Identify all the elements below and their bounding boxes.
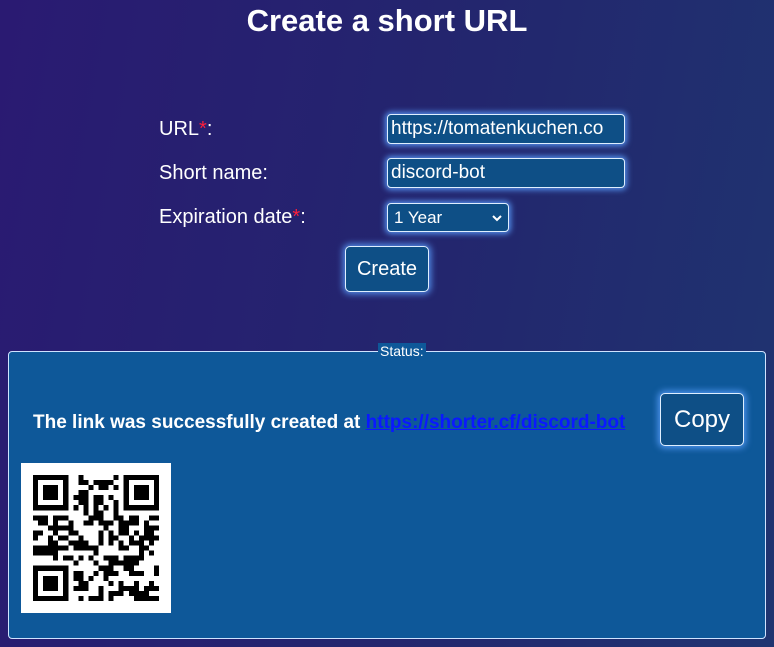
url-label: URL*: [159,118,213,140]
qr-code-icon [33,475,159,601]
qr-code-image [21,463,171,613]
status-message: The link was successfully created at htt… [33,412,626,433]
status-legend: Status: [378,343,426,359]
required-mark: * [199,118,207,140]
expiration-select[interactable]: 1 Year [387,203,509,232]
chevron-down-icon [492,214,502,221]
url-input[interactable] [387,114,625,144]
short-name-input[interactable] [387,158,625,188]
expiration-selected-value: 1 Year [394,207,443,227]
create-button[interactable]: Create [345,246,429,292]
copy-button[interactable]: Copy [660,393,744,446]
page-title: Create a short URL [246,3,528,38]
expiration-date-label: Expiration date*: [159,206,306,228]
qr-modules [33,475,159,601]
short-name-label: Short name: [159,162,268,184]
status-panel: Status: The link was successfully create… [8,343,766,639]
short-link[interactable]: https://shorter.cf/discord-bot [366,412,626,433]
